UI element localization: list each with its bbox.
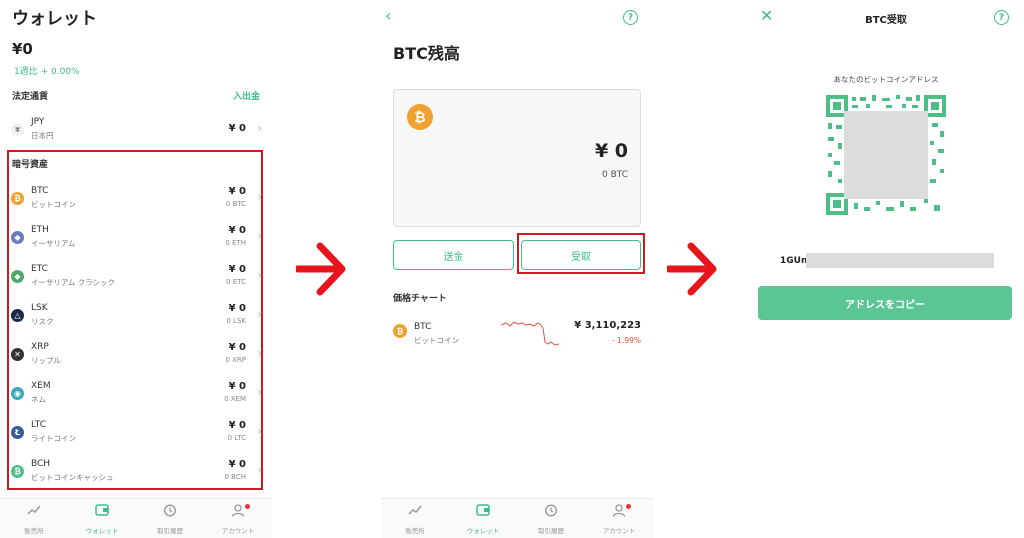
tab-label: 取引履歴 [157, 527, 183, 535]
fiat-section-title: 法定通貨 [12, 92, 49, 102]
bottom-tab-bar: 販売所 ウォレット 取引履歴 アカウント [381, 498, 653, 538]
wallet-icon [476, 504, 490, 519]
tab-wallet[interactable]: ウォレット [449, 499, 517, 538]
tab-wallet[interactable]: ウォレット [68, 499, 136, 538]
tab-label: ウォレット [85, 527, 119, 535]
page-title: BTC残高 [393, 44, 460, 63]
highlight-box [517, 233, 645, 274]
balance-amount: 0 BTC [601, 170, 628, 180]
price-symbol[interactable]: BTC [414, 322, 431, 332]
current-price: ¥ 3,110,223 [574, 320, 641, 331]
tab-label: 販売所 [24, 527, 44, 535]
copy-address-button[interactable]: アドレスをコピー [758, 286, 1012, 320]
tab-label: 販売所 [405, 527, 425, 535]
bitcoin-icon: ₿ [407, 104, 433, 130]
wallet-icon [95, 504, 109, 519]
bitcoin-address: 1GUn [780, 256, 808, 266]
wallet-screen: ウォレット ¥0 1週比 + 0.00% 法定通貨 入出金 ¥ JPY 日本円 … [0, 0, 272, 538]
price-chart-section-title: 価格チャート [393, 294, 447, 304]
tab-sales[interactable]: 販売所 [0, 499, 68, 538]
account-icon [612, 504, 626, 520]
bitcoin-icon: ₿ [393, 324, 407, 338]
balance-card: ₿ ¥ 0 0 BTC [393, 89, 641, 227]
tab-account[interactable]: アカウント [585, 499, 653, 538]
price-name: ビットコイン [414, 336, 459, 345]
history-icon [163, 504, 177, 520]
tab-label: アカウント [221, 527, 255, 535]
trend-icon [408, 504, 422, 518]
qr-mask [844, 111, 928, 199]
tab-label: ウォレット [466, 527, 500, 535]
notification-dot [245, 504, 250, 509]
trend-icon [27, 504, 41, 518]
notification-dot [626, 504, 631, 509]
yen-icon: ¥ [11, 123, 24, 136]
help-icon[interactable]: ? [994, 10, 1009, 25]
weekly-change: 1週比 + 0.00% [14, 67, 80, 77]
arrow-right-icon [296, 242, 346, 296]
back-chevron-icon[interactable]: ‹ [385, 6, 391, 25]
asset-name: 日本円 [31, 131, 54, 140]
arrow-right-icon [667, 242, 717, 296]
deposit-withdraw-link[interactable]: 入出金 [233, 89, 260, 102]
tab-account[interactable]: アカウント [204, 499, 272, 538]
address-caption: あなたのビットコインアドレス [833, 75, 939, 84]
help-icon[interactable]: ? [623, 10, 638, 25]
btc-balance-screen: ‹ ? BTC残高 ₿ ¥ 0 0 BTC 送金 受取 価格チャート ₿ BTC… [381, 0, 653, 538]
chevron-right-icon: › [257, 121, 262, 135]
price-change: - 1.99% [612, 336, 641, 345]
send-button[interactable]: 送金 [393, 240, 514, 270]
bottom-tab-bar: 販売所 ウォレット 取引履歴 アカウント [0, 498, 272, 538]
total-balance: ¥0 [12, 40, 33, 58]
tab-history[interactable]: 取引履歴 [136, 499, 204, 538]
tab-label: アカウント [602, 527, 636, 535]
page-title: BTC受取 [865, 15, 907, 26]
account-icon [231, 504, 245, 520]
history-icon [544, 504, 558, 520]
tab-label: 取引履歴 [538, 527, 564, 535]
page-title: ウォレット [12, 9, 97, 29]
qr-code [826, 95, 946, 215]
sparkline-chart [501, 321, 560, 346]
balance-value: ¥ 0 [594, 140, 628, 162]
fiat-row-jpy[interactable]: ¥ JPY 日本円 ¥ 0 › [8, 111, 264, 149]
address-mask [806, 253, 994, 268]
tab-sales[interactable]: 販売所 [381, 499, 449, 538]
asset-symbol: JPY [31, 117, 45, 127]
highlight-box [7, 150, 263, 490]
tab-history[interactable]: 取引履歴 [517, 499, 585, 538]
asset-value: ¥ 0 [228, 123, 246, 134]
btc-receive-screen: ✕ BTC受取 ? あなたのビットコインアドレス 1GUn アドレスをコピー [748, 0, 1024, 538]
